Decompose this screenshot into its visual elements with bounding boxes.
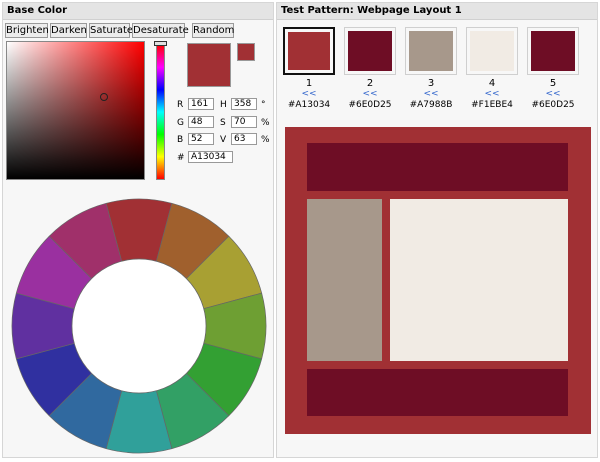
v-input[interactable]: [231, 133, 257, 145]
webpage-layout-preview: [285, 127, 591, 434]
palette-swatch-fill: [288, 32, 330, 70]
apply-to-base-link[interactable]: <<: [283, 89, 335, 99]
palette-swatch-fill: [409, 31, 453, 71]
layout-footer: [307, 369, 568, 416]
palette-swatch-hex: #A13034: [287, 100, 331, 110]
s-unit: %: [261, 118, 270, 128]
palette-swatch-5[interactable]: [527, 27, 579, 75]
s-label: S: [220, 118, 226, 128]
palette-swatch-2[interactable]: [344, 27, 396, 75]
random-button[interactable]: Random: [192, 23, 234, 38]
r-input[interactable]: [188, 98, 214, 110]
hex-label: #: [177, 153, 185, 163]
h-unit: °: [261, 100, 266, 110]
hue-slider-handle[interactable]: [154, 41, 167, 46]
r-label: R: [177, 100, 184, 110]
saturation-value-picker[interactable]: [6, 41, 145, 180]
palette-swatch-fill: [531, 31, 575, 71]
layout-header: [307, 143, 568, 191]
palette-swatch-1[interactable]: [283, 27, 335, 75]
palette-swatch-number: 2: [366, 78, 374, 89]
hex-input[interactable]: [188, 151, 233, 163]
palette-swatch-hex: #F1EBE4: [471, 100, 513, 110]
base-color-panel: Base Color Brighten Darken Saturate Desa…: [2, 2, 274, 458]
base-color-title: Base Color: [3, 3, 273, 20]
palette-swatch-hex: #6E0D25: [531, 100, 575, 110]
test-pattern-title: Test Pattern: Webpage Layout 1: [277, 3, 597, 20]
palette-swatch-3[interactable]: [405, 27, 457, 75]
hue-slider-track[interactable]: [156, 44, 165, 180]
palette-swatch-hex: #A7988B: [409, 100, 453, 110]
saturate-button[interactable]: Saturate: [89, 23, 133, 38]
apply-to-base-link[interactable]: <<: [466, 89, 518, 99]
palette-swatch-number: 1: [305, 78, 313, 89]
current-color-swatch: [187, 43, 231, 87]
v-label: V: [220, 135, 227, 145]
apply-to-base-link[interactable]: <<: [527, 89, 579, 99]
apply-to-base-link[interactable]: <<: [405, 89, 457, 99]
palette-swatch-fill: [348, 31, 392, 71]
wheel-center: [71, 258, 207, 394]
palette-swatch-fill: [470, 31, 514, 71]
apply-to-base-link[interactable]: <<: [344, 89, 396, 99]
darken-button[interactable]: Darken: [50, 23, 87, 38]
layout-content: [390, 199, 568, 361]
h-input[interactable]: [231, 98, 257, 110]
palette-swatch-number: 5: [549, 78, 557, 89]
b-label: B: [177, 135, 184, 145]
picker-black-gradient: [7, 42, 144, 179]
g-label: G: [177, 118, 184, 128]
v-unit: %: [261, 135, 270, 145]
h-label: H: [220, 100, 227, 110]
test-pattern-panel: Test Pattern: Webpage Layout 1 1 << #A1303…: [276, 2, 598, 458]
desaturate-button[interactable]: Desaturate: [132, 23, 189, 38]
s-input[interactable]: [231, 116, 257, 128]
b-input[interactable]: [188, 133, 214, 145]
layout-sidebar: [307, 199, 382, 361]
palette-swatch-hex: #6E0D25: [348, 100, 392, 110]
g-input[interactable]: [188, 116, 214, 128]
previous-color-swatch[interactable]: [237, 43, 255, 61]
palette-swatch-number: 4: [488, 78, 496, 89]
picker-marker[interactable]: [100, 93, 108, 101]
palette-swatch-4[interactable]: [466, 27, 518, 75]
color-wheel[interactable]: [11, 198, 267, 454]
palette-swatch-number: 3: [427, 78, 435, 89]
brighten-button[interactable]: Brighten: [5, 23, 49, 38]
